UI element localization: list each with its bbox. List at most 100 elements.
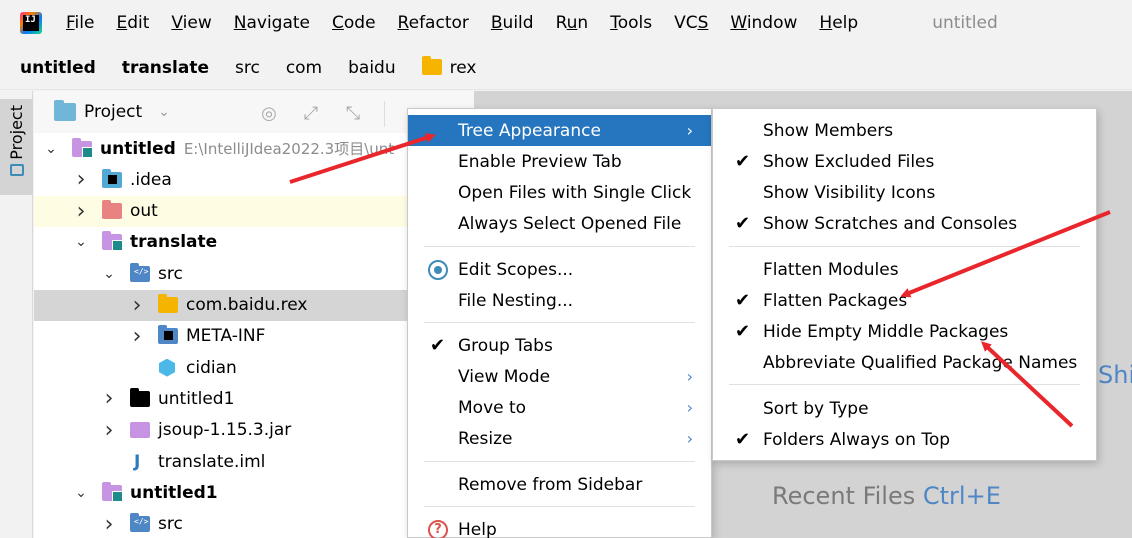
- menu-item-label: Edit Scopes...: [458, 259, 574, 280]
- menu-edit[interactable]: Edit: [116, 13, 149, 33]
- out-icon: [102, 200, 122, 220]
- chevron-right-icon[interactable]: ›: [74, 167, 88, 192]
- menu-item-label: Always Select Opened File: [458, 213, 682, 234]
- chevron-right-icon[interactable]: ›: [130, 293, 144, 318]
- left-tool-strip: Project: [0, 91, 33, 538]
- chevron-down-icon[interactable]: ⌄: [74, 234, 88, 250]
- tree-row-path: E:\IntelliJIdea2022.3项目\unt: [183, 140, 395, 158]
- breadcrumb-rex-label: rex: [449, 57, 477, 78]
- select-opened-file-icon[interactable]: ◎: [258, 103, 280, 125]
- chevron-right-icon[interactable]: ›: [102, 418, 116, 443]
- menu-navigate[interactable]: Navigate: [234, 13, 310, 33]
- chevron-right-icon[interactable]: ›: [130, 324, 144, 349]
- submenu-item-label: Show Scratches and Consoles: [763, 213, 1018, 234]
- menu-item-move-to[interactable]: Move to ›: [408, 392, 711, 423]
- menu-item-group-tabs[interactable]: ✔ Group Tabs: [408, 330, 711, 361]
- module-icon: [102, 481, 123, 502]
- menu-item-label: Open Files with Single Click: [458, 182, 692, 203]
- menu-item-enable-preview-tab[interactable]: Enable Preview Tab: [408, 146, 711, 177]
- submenu-item-folders-always-on-top[interactable]: ✔ Folders Always on Top: [713, 424, 1096, 455]
- black-icon: [130, 387, 150, 407]
- menu-bar: IJ File Edit View Navigate Code Refactor…: [0, 0, 1132, 46]
- submenu-item-show-excluded-files[interactable]: ✔ Show Excluded Files: [713, 146, 1096, 177]
- tree-row-label: .idea: [130, 169, 172, 190]
- chevron-down-icon[interactable]: ⌄: [44, 141, 58, 157]
- menu-code[interactable]: Code: [332, 13, 376, 33]
- breadcrumb-baidu[interactable]: baidu: [348, 58, 396, 78]
- chevron-right-icon: ›: [686, 367, 693, 386]
- menu-item-edit-scopes[interactable]: Edit Scopes...: [408, 254, 711, 285]
- collapse-all-icon[interactable]: ⤡: [342, 103, 364, 125]
- submenu-item-label: Flatten Modules: [763, 259, 899, 280]
- chevron-right-icon[interactable]: ›: [102, 512, 116, 537]
- tree-row-label: out: [130, 201, 158, 222]
- tree-row-label: com.baidu.rex: [186, 295, 308, 315]
- recent-files-shortcut: Ctrl+E: [922, 482, 1001, 510]
- expand-all-icon[interactable]: ⤢: [300, 103, 322, 125]
- menu-item-label: Move to: [458, 397, 527, 418]
- menu-item-file-nesting[interactable]: File Nesting...: [408, 285, 711, 316]
- project-folder-icon: [54, 100, 76, 121]
- submenu-item-flatten-modules[interactable]: Flatten Modules: [713, 254, 1096, 285]
- src-icon: [130, 262, 150, 282]
- menu-item-label: Help: [458, 519, 497, 538]
- menu-item-resize[interactable]: Resize ›: [408, 423, 711, 454]
- menu-separator: [729, 384, 1080, 385]
- menu-item-label: File Nesting...: [458, 290, 574, 311]
- breadcrumb-src[interactable]: src: [235, 58, 260, 78]
- chevron-right-icon[interactable]: ›: [74, 199, 88, 224]
- chevron-down-icon[interactable]: ⌄: [102, 266, 116, 282]
- chevron-right-icon[interactable]: ›: [102, 386, 116, 411]
- menu-view[interactable]: View: [171, 13, 211, 33]
- chevron-down-icon[interactable]: ⌄: [74, 485, 88, 501]
- jar-icon: [130, 422, 150, 439]
- breadcrumb-com[interactable]: com: [286, 58, 322, 78]
- project-view-selector[interactable]: Project: [84, 102, 142, 122]
- menu-window[interactable]: Window: [730, 13, 797, 33]
- menu-refactor[interactable]: Refactor: [398, 13, 469, 33]
- project-tool-tab-label: Project: [7, 105, 26, 160]
- menu-item-tree-appearance[interactable]: Tree Appearance ›: [408, 115, 711, 146]
- menu-vcs[interactable]: VCS: [674, 13, 708, 33]
- tree-row-label: src: [158, 514, 183, 535]
- menu-help[interactable]: Help: [819, 13, 858, 33]
- breadcrumb-rex[interactable]: rex: [421, 55, 477, 78]
- idea-icon: [102, 168, 122, 188]
- menu-item-always-select-opened-file[interactable]: Always Select Opened File: [408, 208, 711, 239]
- menu-item-open-files-with-single-click[interactable]: Open Files with Single Click: [408, 177, 711, 208]
- checkmark-icon: ✔: [735, 321, 751, 342]
- submenu-item-flatten-packages[interactable]: ✔ Flatten Packages: [713, 285, 1096, 316]
- menu-file[interactable]: File: [66, 13, 94, 33]
- chevron-down-icon[interactable]: ⌄: [158, 104, 170, 120]
- tree-appearance-submenu: Show Members ✔ Show Excluded Files Show Vis…: [712, 108, 1097, 461]
- submenu-item-show-members[interactable]: Show Members: [713, 115, 1096, 146]
- menu-run[interactable]: Run: [556, 13, 589, 33]
- checkmark-icon: ✔: [735, 151, 751, 172]
- cidian-icon: [158, 360, 178, 376]
- tree-row-label: translate.iml: [158, 451, 266, 472]
- intellij-logo-icon[interactable]: IJ: [20, 12, 42, 34]
- recent-files-label: Recent Files: [772, 482, 916, 510]
- chevron-right-icon: ›: [686, 429, 693, 448]
- breadcrumb-module[interactable]: translate: [122, 58, 209, 78]
- submenu-item-abbreviate-qualified-package-names[interactable]: Abbreviate Qualified Package Names: [713, 347, 1096, 378]
- tree-row-label: jsoup-1.15.3.jar: [158, 420, 292, 441]
- menu-tools[interactable]: Tools: [610, 13, 652, 33]
- module-icon: [72, 137, 93, 158]
- submenu-item-hide-empty-middle-packages[interactable]: ✔ Hide Empty Middle Packages: [713, 316, 1096, 347]
- chevron-right-icon: ›: [686, 398, 693, 417]
- menu-separator: [424, 246, 695, 247]
- menu-build[interactable]: Build: [491, 13, 534, 33]
- submenu-item-sort-by-type[interactable]: Sort by Type: [713, 393, 1096, 424]
- menu-item-remove-from-sidebar[interactable]: Remove from Sidebar: [408, 469, 711, 500]
- menu-item-view-mode[interactable]: View Mode ›: [408, 361, 711, 392]
- menu-item-help[interactable]: ? Help: [408, 514, 711, 538]
- menu-item-label: Enable Preview Tab: [458, 151, 622, 172]
- chevron-right-icon: ›: [686, 121, 693, 140]
- breadcrumb-project[interactable]: untitled: [20, 58, 96, 78]
- checkmark-icon: ✔: [735, 213, 751, 234]
- project-tool-tab[interactable]: Project: [0, 99, 33, 195]
- submenu-item-show-scratches-and-consoles[interactable]: ✔ Show Scratches and Consoles: [713, 208, 1096, 239]
- menu-item-label: Group Tabs: [458, 335, 553, 356]
- submenu-item-show-visibility-icons[interactable]: Show Visibility Icons: [713, 177, 1096, 208]
